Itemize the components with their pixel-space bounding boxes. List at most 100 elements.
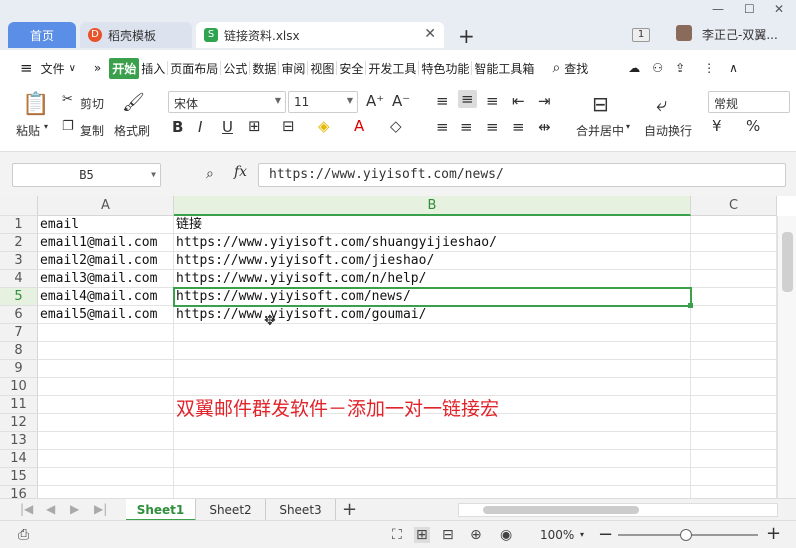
reading-mode-icon[interactable]: ⊕ xyxy=(470,527,482,543)
menu-search[interactable]: 查找 xyxy=(562,60,590,77)
cell[interactable]: https://www.yiyisoft.com/goumai/ xyxy=(174,306,691,324)
cell[interactable]: email1@mail.com xyxy=(38,234,174,252)
cell[interactable]: 链接 xyxy=(174,216,691,234)
row-header[interactable]: 4 xyxy=(0,270,38,288)
search-icon[interactable]: ⌕ xyxy=(550,60,562,76)
menu-home[interactable]: 开始 xyxy=(109,57,140,79)
minimize-icon[interactable]: — xyxy=(712,2,724,16)
bold-icon[interactable]: B xyxy=(172,118,183,136)
menu-security[interactable]: 安全 xyxy=(337,60,365,77)
currency-icon[interactable]: ¥ xyxy=(712,117,722,135)
indent-increase-icon[interactable]: ⇥ xyxy=(538,92,551,110)
row-header[interactable]: 12 xyxy=(0,414,38,432)
page-break-view-icon[interactable]: ⊟ xyxy=(442,527,454,543)
cell[interactable]: email5@mail.com xyxy=(38,306,174,324)
close-tab-icon[interactable]: ✕ xyxy=(424,26,436,42)
wrap-text-icon[interactable]: ⤶ xyxy=(656,92,667,116)
zoom-level[interactable]: 100% xyxy=(540,528,574,542)
row-header[interactable]: 5 xyxy=(0,288,38,306)
cell[interactable] xyxy=(38,468,174,486)
eye-protection-icon[interactable]: ◉ xyxy=(500,527,512,543)
copy-icon[interactable]: ❐ xyxy=(62,119,74,134)
increase-font-icon[interactable]: A⁺ xyxy=(366,92,384,110)
tab-file[interactable]: S 链接资料.xlsx ✕ xyxy=(196,22,444,48)
vertical-scrollbar[interactable] xyxy=(777,216,796,498)
last-sheet-icon[interactable]: ▶| xyxy=(94,502,107,516)
wrap-text-button[interactable]: 自动换行 xyxy=(644,122,692,139)
cell[interactable] xyxy=(691,378,777,396)
more-options-icon[interactable]: ⋮ xyxy=(701,61,717,75)
row-header[interactable]: 15 xyxy=(0,468,38,486)
menu-page-layout[interactable]: 页面布局 xyxy=(168,60,220,77)
italic-icon[interactable]: I xyxy=(198,118,202,136)
paste-button[interactable]: 粘贴 xyxy=(16,122,40,139)
menu-formulas[interactable]: 公式 xyxy=(221,60,249,77)
align-top-icon[interactable]: ≡ xyxy=(436,92,449,110)
cell[interactable]: email3@mail.com xyxy=(38,270,174,288)
chevron-down-icon[interactable]: ∨ xyxy=(67,63,78,74)
menu-developer[interactable]: 开发工具 xyxy=(366,60,418,77)
macro-record-icon[interactable]: ⎙ xyxy=(18,527,29,543)
first-sheet-icon[interactable]: |◀ xyxy=(20,502,33,516)
cell[interactable] xyxy=(691,234,777,252)
cell[interactable] xyxy=(691,252,777,270)
zoom-in-button[interactable]: + xyxy=(766,523,781,544)
sheet-tab-3[interactable]: Sheet3 xyxy=(266,499,336,521)
cell[interactable] xyxy=(174,450,691,468)
formula-input[interactable]: https://www.yiyisoft.com/news/ xyxy=(258,163,786,187)
column-header-b[interactable]: B xyxy=(174,196,691,216)
share-icon[interactable]: ⇪ xyxy=(673,61,687,75)
row-header[interactable]: 16 xyxy=(0,486,38,498)
row-header[interactable]: 2 xyxy=(0,234,38,252)
cell[interactable] xyxy=(38,450,174,468)
cell[interactable] xyxy=(38,396,174,414)
font-name-select[interactable]: 宋体 ▼ xyxy=(168,91,286,113)
fullscreen-icon[interactable]: ⛶ xyxy=(392,527,402,543)
select-all-corner[interactable] xyxy=(0,196,38,216)
indent-decrease-icon[interactable]: ⇤ xyxy=(512,92,525,110)
hamburger-icon[interactable]: ≡ xyxy=(18,59,35,77)
cut-button[interactable]: 剪切 xyxy=(80,95,104,112)
row-header[interactable]: 13 xyxy=(0,432,38,450)
cell[interactable] xyxy=(38,324,174,342)
align-center-icon[interactable]: ≡ xyxy=(460,118,473,136)
maximize-icon[interactable]: ☐ xyxy=(744,2,755,16)
borders-icon[interactable]: ⊞ xyxy=(248,117,261,135)
cell-style-icon[interactable]: ⊟ xyxy=(282,117,295,135)
column-header-c[interactable]: C xyxy=(691,196,777,216)
align-bottom-icon[interactable]: ≡ xyxy=(486,92,499,110)
row-header[interactable]: 6 xyxy=(0,306,38,324)
cell[interactable] xyxy=(38,486,174,498)
row-header[interactable]: 1 xyxy=(0,216,38,234)
cell[interactable] xyxy=(691,432,777,450)
row-header[interactable]: 8 xyxy=(0,342,38,360)
menu-data[interactable]: 数据 xyxy=(250,60,278,77)
sheet-tab-1[interactable]: Sheet1 xyxy=(126,499,196,521)
prev-sheet-icon[interactable]: ◀ xyxy=(46,502,55,516)
menu-review[interactable]: 审阅 xyxy=(279,60,307,77)
cell[interactable]: email2@mail.com xyxy=(38,252,174,270)
row-header[interactable]: 3 xyxy=(0,252,38,270)
cell[interactable] xyxy=(38,414,174,432)
fill-handle[interactable] xyxy=(688,303,693,308)
cell[interactable] xyxy=(691,324,777,342)
cell[interactable] xyxy=(691,468,777,486)
format-painter-icon[interactable]: 🖌 xyxy=(122,92,145,113)
distributed-icon[interactable]: ⇹ xyxy=(538,118,551,136)
merge-center-button[interactable]: 合并居中 xyxy=(576,122,624,139)
zoom-dropdown-icon[interactable]: ▾ xyxy=(580,530,584,539)
cell[interactable]: email xyxy=(38,216,174,234)
justify-icon[interactable]: ≡ xyxy=(512,118,525,136)
row-header[interactable]: 10 xyxy=(0,378,38,396)
fill-color-icon[interactable]: ◈ xyxy=(318,117,330,135)
cell[interactable] xyxy=(691,216,777,234)
add-tab-button[interactable]: + xyxy=(458,24,475,48)
cut-icon[interactable]: ✂ xyxy=(62,92,73,107)
more-menu-icon[interactable]: » xyxy=(92,61,103,75)
zoom-formula-icon[interactable]: ⌕ xyxy=(206,166,214,182)
row-header[interactable]: 11 xyxy=(0,396,38,414)
row-header[interactable]: 14 xyxy=(0,450,38,468)
percent-icon[interactable]: % xyxy=(746,117,760,135)
cell[interactable] xyxy=(691,414,777,432)
align-left-icon[interactable]: ≡ xyxy=(436,118,449,136)
